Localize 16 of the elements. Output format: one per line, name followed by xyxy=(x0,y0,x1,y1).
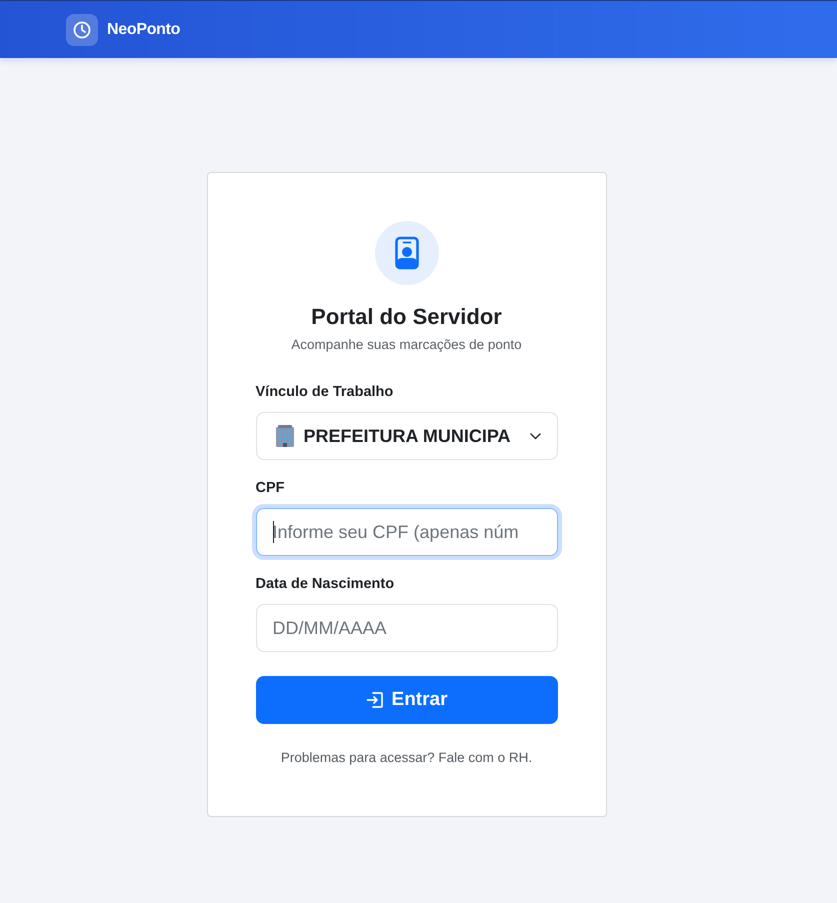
brand-name[interactable]: NeoPonto xyxy=(107,20,180,38)
login-button[interactable]: Entrar xyxy=(256,676,558,724)
help-text: Problemas para acessar? Fale com o RH. xyxy=(280,749,534,767)
text-cursor-icon xyxy=(272,521,274,543)
text-field[interactable]: Informe seu CPF (apenas núm xyxy=(256,508,558,556)
id-badge-icon xyxy=(374,221,438,285)
clock-icon[interactable] xyxy=(66,14,98,46)
chevron-down-icon xyxy=(530,432,540,440)
card-title: Portal do Servidor xyxy=(310,303,503,331)
field-label: CPF xyxy=(256,479,286,498)
field-label: Vínculo de Trabalho xyxy=(256,383,394,402)
card-subtitle: Acompanhe suas marcações de ponto xyxy=(290,336,523,354)
select-field[interactable]: PREFEITURA MUNICIPA xyxy=(256,412,558,460)
login-icon xyxy=(366,691,384,709)
building-icon xyxy=(274,425,296,447)
field-label: Data de Nascimento xyxy=(256,575,396,594)
